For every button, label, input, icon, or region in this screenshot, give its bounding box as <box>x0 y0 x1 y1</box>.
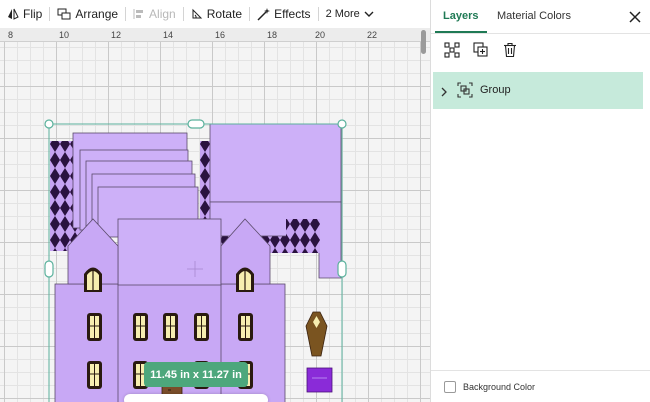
rotate-label: Rotate <box>206 7 243 21</box>
background-color-checkbox[interactable] <box>444 381 456 393</box>
bottom-action-bar[interactable] <box>124 394 268 402</box>
magic-wand-icon <box>257 7 271 21</box>
align-icon <box>133 8 145 20</box>
arrange-icon <box>57 8 71 20</box>
design-canvas[interactable]: 8 10 12 14 16 18 20 22 11.45 in x 11.27 … <box>0 28 430 402</box>
layer-name: Group <box>480 84 511 96</box>
more-button[interactable]: 2 More <box>319 0 381 28</box>
more-label: 2 More <box>325 8 360 20</box>
flip-icon <box>7 8 19 20</box>
center-gable-panel <box>117 218 222 286</box>
group-icon[interactable] <box>444 42 460 58</box>
effects-button[interactable]: Effects <box>250 0 317 28</box>
edit-toolbar: Flip Arrange Align Rotate Effects 2 More <box>0 0 430 28</box>
tab-layers[interactable]: Layers <box>443 10 478 22</box>
arrange-button[interactable]: Arrange <box>50 0 125 28</box>
align-label: Align <box>149 7 176 21</box>
chevron-right-icon[interactable] <box>440 84 448 102</box>
gothic-window-left <box>84 267 102 292</box>
active-tab-indicator <box>435 31 487 33</box>
size-badge: 11.45 in x 11.27 in <box>144 362 248 387</box>
gift-box <box>306 367 333 393</box>
chevron-down-icon <box>364 10 374 18</box>
duplicate-icon[interactable] <box>473 42 489 58</box>
group-layer-icon <box>457 82 473 103</box>
gothic-window-right <box>236 267 254 292</box>
design-artwork <box>44 119 347 402</box>
tab-material-colors[interactable]: Material Colors <box>497 10 571 22</box>
background-color-row: Background Color <box>431 370 650 402</box>
diamond-roof-strip <box>286 219 320 253</box>
flip-button[interactable]: Flip <box>0 0 49 28</box>
rotate-icon <box>191 8 203 20</box>
layer-actions <box>431 34 650 66</box>
flip-label: Flip <box>23 7 43 21</box>
layer-item-group[interactable]: Group <box>433 72 643 109</box>
layers-panel: Layers Material Colors Group Background … <box>430 0 650 402</box>
arrange-label: Arrange <box>75 7 119 21</box>
design-space-app: Flip Arrange Align Rotate Effects 2 More… <box>0 0 650 402</box>
delete-icon[interactable] <box>502 42 518 58</box>
effects-label: Effects <box>274 7 311 21</box>
close-icon[interactable] <box>627 9 643 25</box>
panel-tabs: Layers Material Colors <box>431 0 650 34</box>
background-color-label: Background Color <box>463 382 536 392</box>
align-button[interactable]: Align <box>126 0 183 28</box>
rotate-button[interactable]: Rotate <box>184 0 249 28</box>
